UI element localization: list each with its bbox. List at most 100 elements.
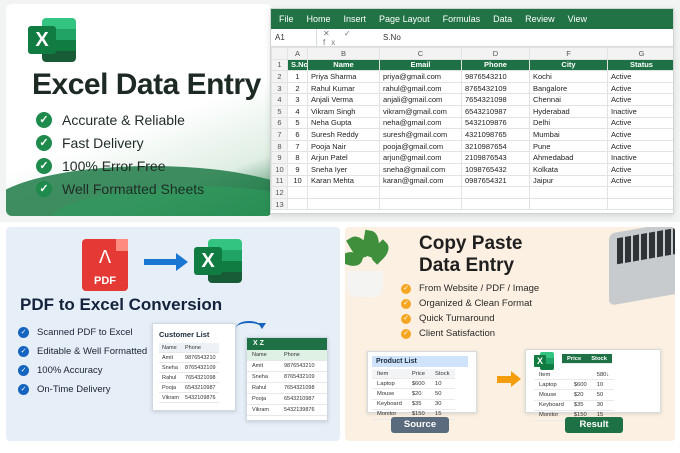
header-cell[interactable]: S.No <box>287 58 308 72</box>
table-cell[interactable]: Delhi <box>529 116 608 130</box>
table-cell[interactable]: 5 <box>287 116 308 130</box>
table-cell[interactable]: rahul@gmail.com <box>379 81 462 95</box>
table-cell[interactable]: Active <box>607 162 673 176</box>
table-cell[interactable]: suresh@gmail.com <box>379 128 462 141</box>
table-cell[interactable]: Priya Sharma <box>307 70 380 83</box>
result-button[interactable]: Result <box>565 417 623 433</box>
table-cell[interactable]: 9 <box>287 162 308 176</box>
row-number[interactable]: 2 <box>271 70 288 83</box>
table-cell[interactable]: Suresh Reddy <box>307 128 380 141</box>
table-cell[interactable]: 3210987654 <box>461 139 530 153</box>
table-cell[interactable]: 6 <box>287 128 308 141</box>
header-cell[interactable]: Name <box>307 58 380 72</box>
table-cell[interactable]: 2109876543 <box>461 151 530 164</box>
table-cell[interactable]: 1 <box>287 70 308 83</box>
table-cell[interactable]: 7654321098 <box>461 93 530 106</box>
spreadsheet-grid[interactable]: A B C D F G 1 S.No Name Email Phone City… <box>271 47 673 211</box>
row-number[interactable]: 6 <box>271 116 288 130</box>
header-cell[interactable]: City <box>529 58 608 72</box>
row-number[interactable]: 3 <box>271 81 288 95</box>
table-cell[interactable]: Mumbai <box>529 128 608 141</box>
table-cell[interactable]: vikram@gmail.com <box>379 104 462 118</box>
menu-view[interactable]: View <box>568 14 587 24</box>
row-number[interactable]: 1 <box>271 58 288 72</box>
table-cell[interactable]: priya@gmail.com <box>379 70 462 83</box>
row-number[interactable]: 10 <box>271 162 288 176</box>
table-cell[interactable]: Rahul Kumar <box>307 81 380 95</box>
table-cell[interactable]: Active <box>607 174 673 188</box>
table-cell[interactable]: Inactive <box>607 151 673 164</box>
table-cell[interactable]: Arjun Patel <box>307 151 380 164</box>
table-cell[interactable]: Pune <box>529 139 608 153</box>
table-cell[interactable]: 5432109876 <box>461 116 530 130</box>
table-cell[interactable]: Active <box>607 81 673 95</box>
row-number[interactable]: 7 <box>271 128 288 141</box>
table-cell[interactable]: 8765432109 <box>461 81 530 95</box>
table-cell[interactable]: Inactive <box>607 104 673 118</box>
table-cell[interactable] <box>607 186 673 199</box>
table-cell[interactable]: 3 <box>287 93 308 106</box>
table-cell[interactable]: 1098765432 <box>461 162 530 176</box>
menu-home[interactable]: Home <box>307 14 331 24</box>
table-cell[interactable]: 4321098765 <box>461 128 530 141</box>
header-cell[interactable]: Phone <box>461 58 530 72</box>
menu-file[interactable]: File <box>279 14 294 24</box>
table-cell[interactable] <box>287 197 308 211</box>
table-cell[interactable] <box>307 197 380 211</box>
row-number[interactable]: 11 <box>271 174 288 188</box>
table-cell[interactable] <box>287 186 308 199</box>
table-cell[interactable]: 4 <box>287 104 308 118</box>
name-box[interactable]: A1 <box>271 29 317 46</box>
table-cell[interactable]: Ahmedabad <box>529 151 608 164</box>
table-cell[interactable]: arjun@gmail.com <box>379 151 462 164</box>
table-cell[interactable]: Sneha Iyer <box>307 162 380 176</box>
table-cell[interactable]: pooja@gmail.com <box>379 139 462 153</box>
table-cell[interactable]: 6543210987 <box>461 104 530 118</box>
table-cell[interactable] <box>607 197 673 211</box>
column-letter[interactable]: A <box>287 47 308 60</box>
menu-data[interactable]: Data <box>493 14 512 24</box>
table-cell[interactable]: Active <box>607 139 673 153</box>
table-cell[interactable]: Chennai <box>529 93 608 106</box>
table-cell[interactable]: Pooja Nair <box>307 139 380 153</box>
row-number[interactable]: 4 <box>271 93 288 106</box>
table-cell[interactable] <box>529 186 608 199</box>
table-cell[interactable]: Active <box>607 128 673 141</box>
table-cell[interactable] <box>379 197 462 211</box>
header-cell[interactable]: Email <box>379 58 462 72</box>
table-cell[interactable]: Anjali Verma <box>307 93 380 106</box>
table-cell[interactable]: neha@gmail.com <box>379 116 462 130</box>
table-cell[interactable] <box>379 186 462 199</box>
table-cell[interactable] <box>529 197 608 211</box>
table-cell[interactable]: sneha@gmail.com <box>379 162 462 176</box>
table-cell[interactable]: Neha Gupta <box>307 116 380 130</box>
table-cell[interactable]: anjali@gmail.com <box>379 93 462 106</box>
table-cell[interactable]: 2 <box>287 81 308 95</box>
table-cell[interactable]: 7 <box>287 139 308 153</box>
table-cell[interactable]: Active <box>607 70 673 83</box>
row-number[interactable]: 9 <box>271 151 288 164</box>
table-cell[interactable]: 0987654321 <box>461 174 530 188</box>
header-cell[interactable]: Status <box>607 58 673 72</box>
table-cell[interactable]: Kochi <box>529 70 608 83</box>
formula-input[interactable]: S.No <box>377 33 401 42</box>
column-letter[interactable]: C <box>379 47 462 60</box>
table-cell[interactable]: 8 <box>287 151 308 164</box>
source-button[interactable]: Source <box>391 417 449 433</box>
table-cell[interactable]: karan@gmail.com <box>379 174 462 188</box>
table-cell[interactable]: Active <box>607 93 673 106</box>
menu-insert[interactable]: Insert <box>344 14 367 24</box>
column-letter[interactable]: D <box>461 47 530 60</box>
table-cell[interactable]: 10 <box>287 174 308 188</box>
row-number[interactable]: 5 <box>271 104 288 118</box>
menu-review[interactable]: Review <box>525 14 555 24</box>
table-cell[interactable]: Jaipur <box>529 174 608 188</box>
column-letter[interactable]: B <box>307 47 380 60</box>
column-letter[interactable]: G <box>607 47 673 60</box>
table-cell[interactable]: Karan Mehta <box>307 174 380 188</box>
table-cell[interactable]: 9876543210 <box>461 70 530 83</box>
table-cell[interactable] <box>461 186 530 199</box>
table-cell[interactable] <box>461 197 530 211</box>
row-number[interactable]: 8 <box>271 139 288 153</box>
row-number[interactable]: 13 <box>271 197 288 211</box>
